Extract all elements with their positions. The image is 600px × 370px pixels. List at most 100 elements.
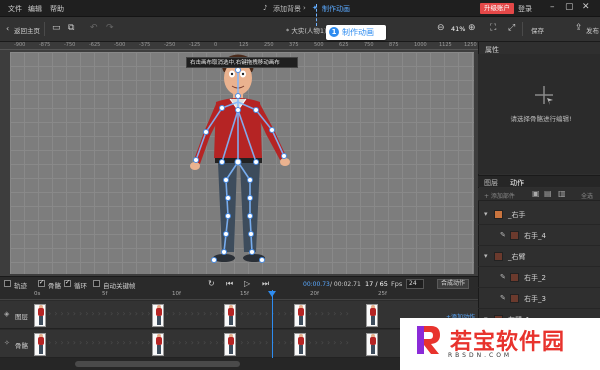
ruler-label: 125 <box>239 42 249 48</box>
layer-row[interactable]: ✎ 右手_4 <box>478 225 600 246</box>
track-label: 骨骼 <box>15 342 28 350</box>
keyframe-thumbnail[interactable] <box>34 304 46 327</box>
loop-label: 循环 <box>74 282 87 290</box>
minimize-icon[interactable]: – <box>550 2 555 12</box>
loop-checkbox[interactable] <box>64 279 71 287</box>
bone-icon: ✧ <box>4 339 10 347</box>
layer-row[interactable]: ✎ 右手_3 <box>478 288 600 309</box>
frame-label: 20f <box>310 291 319 297</box>
keyframe-thumbnail[interactable] <box>294 304 306 327</box>
watermark-url: RBSDN.COM <box>448 352 513 359</box>
total-time: / 00:02.71 <box>330 281 361 288</box>
back-home-button[interactable]: 返回主页 <box>14 25 40 35</box>
ruler-label: -900 <box>14 42 26 48</box>
ruler-label: -375 <box>139 42 151 48</box>
drawing-stage[interactable] <box>10 52 474 274</box>
layer-row[interactable]: ✎ 右手_2 <box>478 267 600 288</box>
pencil-icon[interactable]: ✎ <box>500 294 506 302</box>
publish-icon: ⇪ <box>575 23 583 33</box>
playhead-handle[interactable] <box>268 291 276 297</box>
fps-label: Fps <box>391 280 403 288</box>
menu-edit[interactable]: 编辑 <box>28 4 42 14</box>
folder-icon[interactable]: ▤ <box>544 189 552 198</box>
auto-keyframe-checkbox[interactable] <box>93 280 100 287</box>
title-bar: 文件 编辑 帮助 ♪ 添加背景 › ✦ 制作动画 升级账户 登录 – ▢ ✕ <box>0 0 600 17</box>
replay-icon[interactable]: ↻ <box>208 279 215 288</box>
timeline-scrollbar[interactable] <box>75 361 240 367</box>
select-all-button[interactable]: 全选 <box>581 191 593 200</box>
keyframe-thumbnail[interactable] <box>152 304 164 327</box>
ruler-label: -125 <box>189 42 201 48</box>
layer-swatch <box>510 294 519 303</box>
next-frame-icon[interactable]: ⏭ <box>262 279 269 289</box>
fit-screen-icon[interactable]: ⛶ <box>490 23 496 33</box>
track-fill: ››››››››››››››››››››››››››››››››››››››››… <box>48 309 352 318</box>
tab-add-background[interactable]: 添加背景 <box>273 4 301 14</box>
fullscreen-icon[interactable]: ⤢ <box>508 23 515 33</box>
delete-icon[interactable]: ▥ <box>558 189 566 198</box>
ruler-label: -750 <box>64 42 76 48</box>
prev-frame-icon[interactable]: ⏮ <box>226 279 233 289</box>
zoom-level: 41% <box>451 25 466 33</box>
keyframe-thumbnail[interactable] <box>366 333 378 356</box>
keyframe-thumbnail[interactable] <box>224 304 236 327</box>
tab-actions[interactable]: 动作 <box>510 178 524 188</box>
zoom-out-icon[interactable]: ⊖ <box>437 23 445 33</box>
back-arrow-icon: ‹ <box>6 24 10 33</box>
upgrade-account-button[interactable]: 升级账户 <box>480 3 514 14</box>
keyframe-thumbnail[interactable] <box>366 304 378 327</box>
keyframe-thumbnail[interactable] <box>34 333 46 356</box>
layer-name: _右手 <box>508 211 526 219</box>
expand-icon[interactable]: ▾ <box>484 210 488 218</box>
character-figure[interactable] <box>10 52 474 274</box>
move-cursor-icon <box>535 86 553 105</box>
keyframe-thumbnail[interactable] <box>294 333 306 356</box>
ruler-label: 875 <box>389 42 399 48</box>
keyframe-thumbnail[interactable] <box>152 333 164 356</box>
canvas-tooltip: 右击画布取消选中,右键拖拽移动画布 <box>186 57 298 68</box>
undo-icon[interactable]: ↶ <box>90 23 98 33</box>
layer-name: 右手_4 <box>524 232 546 240</box>
layer-name: 右手_2 <box>524 274 546 282</box>
login-link[interactable]: 登录 <box>518 4 532 14</box>
panel-tabs: 图层 动作 <box>478 175 600 187</box>
menu-help[interactable]: 帮助 <box>50 4 64 14</box>
expand-icon[interactable]: ▾ <box>484 252 488 260</box>
frame-label: 10f <box>172 291 181 297</box>
step-callout: 1 制作动画 <box>326 25 386 40</box>
copy-icon[interactable]: ⧉ <box>68 23 74 33</box>
bones-checkbox[interactable] <box>38 279 45 287</box>
fps-select[interactable]: 24 <box>406 279 424 289</box>
track-fill: ››››››››››››››››››››››››››››››››››››››››… <box>48 338 352 347</box>
save-button[interactable]: 保存 <box>531 25 544 35</box>
publish-button[interactable]: 发布 <box>586 25 599 35</box>
properties-hint: 请选择骨骼进行编辑! <box>510 115 572 123</box>
ruler-label: 625 <box>339 42 349 48</box>
frame-ruler[interactable]: 0s 5f 10f 15f 20f 25f <box>0 290 478 300</box>
frame-counter: 17 / 65 <box>365 280 388 288</box>
maximize-icon[interactable]: ▢ <box>565 2 574 12</box>
redo-icon[interactable]: ↷ <box>106 23 114 33</box>
ruler-label: 1125 <box>439 42 452 48</box>
tab-layers[interactable]: 图层 <box>484 178 498 188</box>
menu-file[interactable]: 文件 <box>8 4 22 14</box>
track-checkbox[interactable] <box>4 280 11 287</box>
horizontal-ruler: -900 -875 -750 -625 -500 -375 -250 -125 0 125 250 3… <box>0 42 478 50</box>
ruler-label: 375 <box>289 42 299 48</box>
compose-action-button[interactable]: 合成动作 <box>437 279 469 289</box>
new-icon[interactable]: ▭ <box>52 23 61 33</box>
add-part-button[interactable]: + 添加部件 <box>484 191 515 200</box>
timeline-controls: 轨迹 骨骼 循环 自动关键帧 ↻ ⏮ ▷ ⏭ 00:00.73 / 00:02.… <box>0 276 478 290</box>
close-icon[interactable]: ✕ <box>582 2 590 12</box>
play-icon[interactable]: ▷ <box>244 279 250 288</box>
layer-row[interactable]: ▾ _右臂 <box>478 246 600 267</box>
current-time: 00:00.73 <box>303 281 330 288</box>
zoom-in-icon[interactable]: ⊕ <box>468 23 476 33</box>
pencil-icon[interactable]: ✎ <box>500 231 506 239</box>
layer-row[interactable]: ▾ _右手 <box>478 204 600 225</box>
keyframe-thumbnail[interactable] <box>224 333 236 356</box>
pencil-icon[interactable]: ✎ <box>500 273 506 281</box>
frame-label: 5f <box>102 291 108 297</box>
step-number-badge: 1 <box>329 27 339 37</box>
image-icon[interactable]: ▣ <box>532 189 540 198</box>
